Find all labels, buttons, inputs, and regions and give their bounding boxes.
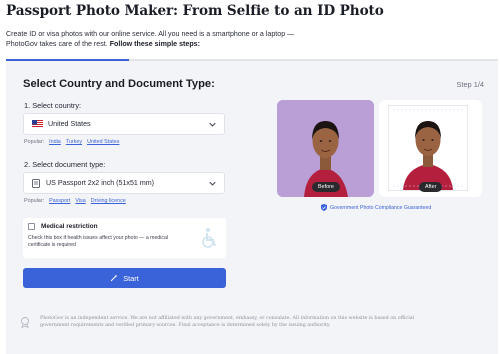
page-header: Passport Photo Maker: From Selfie to an …	[0, 0, 500, 62]
country-value: United States	[48, 120, 91, 128]
after-tag: After	[419, 182, 443, 192]
country-label: 1. Select country:	[24, 101, 82, 110]
popular-document-visa[interactable]: Visa	[75, 198, 85, 204]
medical-restriction-title: Medical restriction	[41, 223, 98, 230]
medical-restriction-checkbox[interactable]	[28, 223, 35, 230]
popular-countries: Popular: India Turkey United States	[24, 139, 119, 145]
us-flag-icon	[32, 120, 43, 128]
document-value: US Passport 2x2 inch (51x51 mm)	[46, 179, 155, 187]
wheelchair-icon	[202, 228, 216, 248]
document-icon	[32, 178, 40, 188]
document-label: 2. Select document type:	[24, 160, 106, 169]
step-indicator: Step 1/4	[456, 80, 484, 89]
popular-documents: Popular: Passport Visa Driving licence	[24, 198, 126, 204]
before-tag: Before	[312, 182, 340, 192]
compliance-text: Government Photo Compliance Guaranteed	[330, 204, 432, 211]
page-title: Passport Photo Maker: From Selfie to an …	[6, 3, 384, 19]
progress-fill	[6, 59, 129, 61]
chevron-down-icon	[209, 122, 216, 127]
intro-text: Create ID or visa photos with our online…	[6, 29, 326, 49]
document-select[interactable]: US Passport 2x2 inch (51x51 mm)	[23, 172, 225, 194]
before-photo: Before	[277, 100, 374, 197]
country-select[interactable]: United States	[23, 113, 225, 135]
progress-track	[6, 59, 498, 61]
after-photo-card: After	[379, 100, 482, 197]
popular-country-united-states[interactable]: United States	[87, 139, 119, 145]
medical-restriction-card: Medical restriction Check this box if he…	[23, 218, 226, 258]
medical-restriction-description: Check this box if health issues affect y…	[28, 235, 169, 249]
wizard-panel: Select Country and Document Type: Step 1…	[6, 59, 498, 354]
disclaimer-text: PhotoGov is an independent service. We a…	[40, 316, 415, 329]
disclaimer: PhotoGov is an independent service. We a…	[20, 315, 490, 329]
popular-country-turkey[interactable]: Turkey	[66, 139, 82, 145]
after-portrait-image	[389, 106, 467, 190]
chevron-down-icon	[209, 181, 216, 186]
popular-document-driving-licence[interactable]: Driving licence	[91, 198, 126, 204]
certificate-badge-icon	[21, 317, 29, 328]
popular-country-india[interactable]: India	[49, 139, 61, 145]
popular-document-passport[interactable]: Passport	[49, 198, 70, 204]
shield-check-icon	[321, 204, 327, 211]
popular-label: Popular:	[24, 139, 45, 145]
compliance-guarantee: Government Photo Compliance Guaranteed	[321, 204, 431, 211]
after-photo	[388, 105, 468, 191]
magic-wand-icon	[110, 274, 118, 282]
start-button-label: Start	[123, 273, 139, 283]
intro-bold: Follow these simple steps:	[109, 40, 200, 48]
start-button[interactable]: Start	[23, 268, 226, 288]
section-title: Select Country and Document Type:	[23, 78, 215, 90]
popular-label: Popular:	[24, 198, 45, 204]
